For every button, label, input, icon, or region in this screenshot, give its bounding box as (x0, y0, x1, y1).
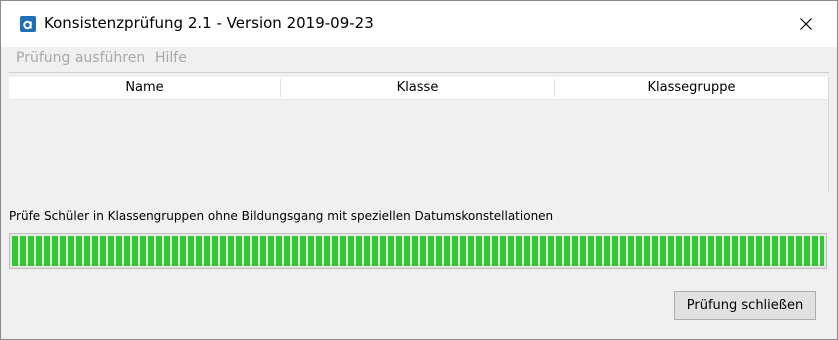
column-header-klassegruppe[interactable]: Klassegruppe (555, 77, 828, 99)
dialog-window: Konsistenzprüfung 2.1 - Version 2019-09-… (0, 0, 838, 340)
table-edge (828, 77, 829, 191)
results-table: Name Klasse Klassegruppe (9, 72, 829, 191)
title-bar[interactable]: Konsistenzprüfung 2.1 - Version 2019-09-… (1, 1, 837, 47)
window-title: Konsistenzprüfung 2.1 - Version 2019-09-… (44, 14, 374, 32)
menu-item-pruefung-ausfuehren[interactable]: Prüfung ausführen (16, 50, 145, 66)
menu-item-hilfe[interactable]: Hilfe (155, 50, 187, 66)
column-header-name[interactable]: Name (9, 77, 280, 99)
close-check-button[interactable]: Prüfung schließen (674, 291, 816, 320)
menu-bar: Prüfung ausführen Hilfe (1, 47, 837, 71)
progress-fill (12, 236, 824, 266)
progress-bar (9, 233, 827, 269)
close-icon (800, 18, 812, 30)
table-header: Name Klasse Klassegruppe (9, 77, 829, 100)
status-text: Prüfe Schüler in Klassengruppen ohne Bil… (9, 209, 554, 223)
table-body[interactable] (9, 100, 829, 191)
window-close-button[interactable] (789, 9, 823, 39)
app-logo-icon (20, 16, 36, 32)
column-header-klasse[interactable]: Klasse (281, 77, 554, 99)
